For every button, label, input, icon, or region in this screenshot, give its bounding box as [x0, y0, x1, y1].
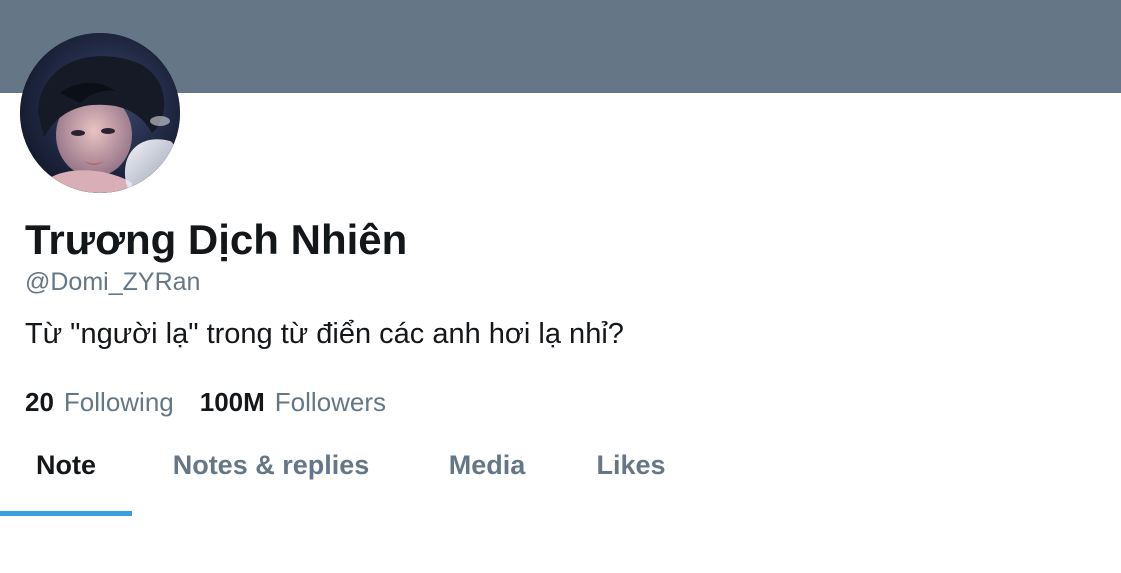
following-label: Following [63, 387, 174, 417]
following-stat[interactable]: 20 Following [25, 385, 174, 419]
active-tab-indicator [0, 511, 132, 516]
tab-likes[interactable]: Likes [578, 432, 684, 516]
avatar-photo [20, 33, 180, 193]
followers-count: 100M [199, 387, 265, 417]
profile-page: Trương Dịch Nhiên @Domi_ZYRan Từ "người … [0, 0, 1121, 573]
profile-stats: 20 Following 100M Followers [25, 385, 386, 419]
profile-handle: @Domi_ZYRan [25, 268, 201, 296]
tab-media[interactable]: Media [428, 432, 546, 516]
tab-notes-and-replies[interactable]: Notes & replies [147, 432, 395, 516]
tab-note-label: Note [36, 450, 96, 480]
profile-avatar[interactable] [20, 33, 180, 193]
following-count: 20 [25, 387, 54, 417]
tab-notes-and-replies-label: Notes & replies [172, 450, 370, 480]
tab-media-label: Media [448, 450, 526, 480]
tab-likes-label: Likes [596, 450, 666, 480]
followers-stat[interactable]: 100M Followers [200, 385, 386, 419]
followers-label: Followers [274, 387, 387, 417]
profile-bio: Từ "người lạ" trong từ điển các anh hơi … [25, 318, 624, 350]
profile-tabs: Note Notes & replies Media Likes [0, 432, 1121, 516]
tab-note[interactable]: Note [0, 432, 132, 516]
profile-display-name: Trương Dịch Nhiên [25, 216, 408, 263]
